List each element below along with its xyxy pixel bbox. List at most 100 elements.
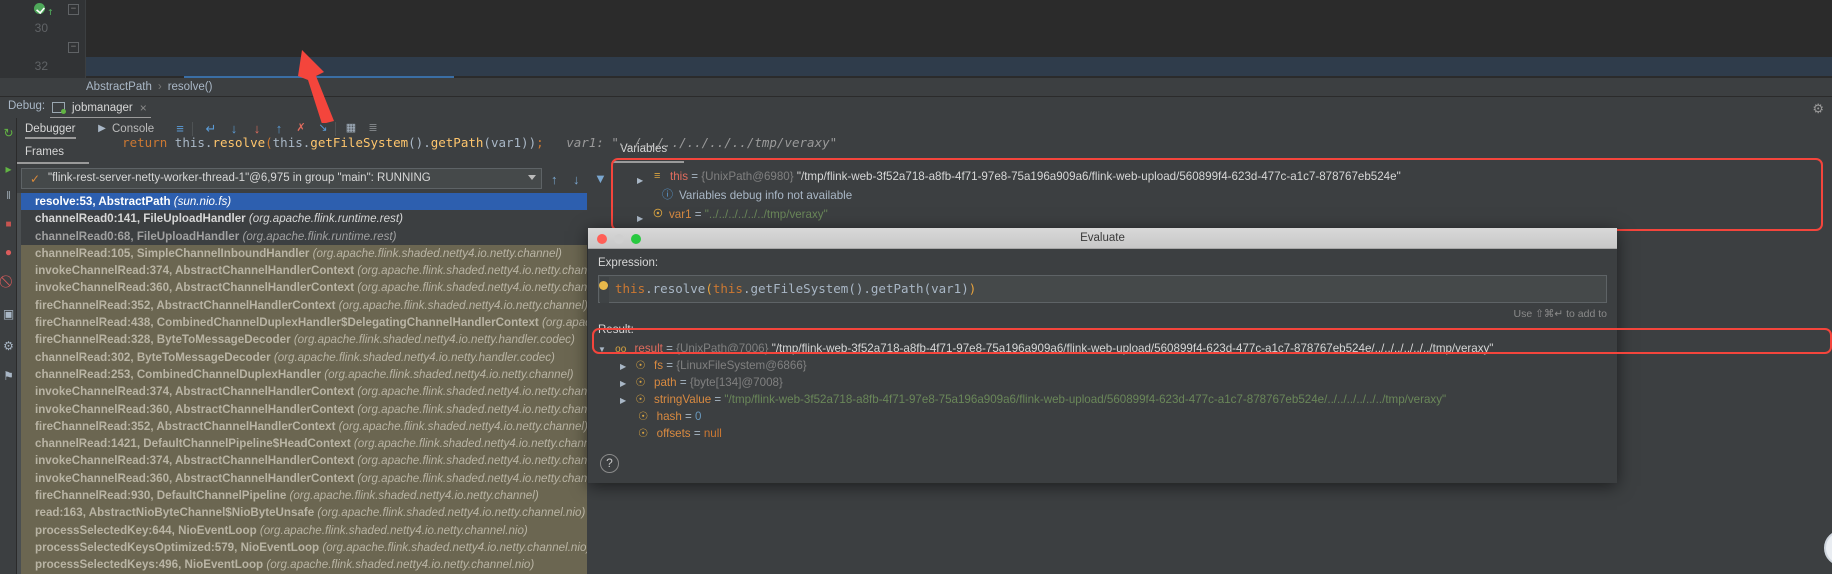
frame-item[interactable]: fireChannelRead:328, ByteToMessageDecode… [17, 331, 587, 348]
frame-item[interactable]: invokeChannelRead:360, AbstractChannelHa… [17, 401, 587, 418]
help-icon[interactable]: ? [600, 454, 619, 473]
frame-package: (org.apache.flink.shaded.netty4.io.netty… [335, 420, 587, 433]
frame-class: SimpleChannelInboundHandler [137, 247, 310, 260]
result-tree[interactable]: ▼ oo result = {UnixPath@7006} "/tmp/flin… [598, 340, 1607, 448]
breadcrumb[interactable]: AbstractPath›resolve() [0, 78, 1832, 96]
expression-text: this.resolve(this.getFileSystem().getPat… [615, 281, 976, 296]
breadcrumb-class[interactable]: AbstractPath [86, 81, 152, 93]
chevron-down-icon[interactable] [528, 175, 536, 180]
tab-debugger[interactable]: Debugger [25, 120, 76, 139]
variables-debug-info-text: Variables debug info not available [679, 189, 852, 202]
breakpoint-icon[interactable] [34, 3, 45, 14]
debug-session-tab-jobmanager[interactable]: jobmanager × [50, 99, 151, 119]
filter-funnel-icon[interactable]: ▼ [594, 171, 607, 186]
frame-method: channelRead:253, [35, 368, 137, 381]
fold-marker-end-icon[interactable]: − [68, 42, 79, 53]
thread-selector-value: "flink-rest-server-netty-worker-thread-1… [48, 172, 431, 184]
view-breakpoints-icon[interactable]: ● [2, 246, 15, 259]
frame-item[interactable]: channelRead:253, CombinedChannelDuplexHa… [17, 366, 587, 383]
frame-item[interactable]: fireChannelRead:438, CombinedChannelDupl… [17, 314, 587, 331]
fold-marker-icon[interactable]: − [68, 4, 79, 15]
frame-item[interactable]: channelRead:1421, DefaultChannelPipeline… [17, 435, 587, 452]
maximize-window-icon[interactable] [631, 234, 641, 244]
evaluate-dialog[interactable]: Evaluate Expression: this.resolve(this.g… [588, 228, 1617, 483]
minimize-window-icon[interactable] [614, 234, 624, 244]
frame-class: AbstractChannelHandlerContext [175, 403, 354, 416]
mute-breakpoints-icon[interactable]: ⃠ [2, 275, 15, 288]
result-row-result[interactable]: ▼ oo result = {UnixPath@7006} "/tmp/flin… [598, 340, 1493, 357]
frame-method: fireChannelRead:352, [35, 299, 156, 312]
resume-program-icon[interactable]: ▸ [2, 163, 15, 176]
frame-item[interactable]: processSelectedKey:644, NioEventLoop (or… [17, 522, 587, 539]
variables-debug-info-row: ⓘ Variables debug info not available [662, 187, 852, 204]
frame-item[interactable]: fireChannelRead:930, DefaultChannelPipel… [17, 487, 587, 504]
frame-item[interactable]: channelRead0:141, FileUploadHandler (org… [17, 210, 587, 227]
expand-triangle-icon-path[interactable]: ▶ [620, 379, 626, 388]
frame-class: AbstractChannelHandlerContext [175, 472, 354, 485]
code-line-30[interactable]: 30 ↑ − public final Path resolve(String … [0, 0, 1832, 19]
result-row-path[interactable]: ▶ ☉ path = {byte[134]@7008} [620, 374, 783, 391]
debug-action-rail: ↻ ▸ ‖ ■ ● ⃠ ▣ ⚙ ⚑ [0, 118, 17, 574]
frame-package: (org.apache.flink.shaded.netty4.io.netty… [335, 299, 587, 312]
camera-icon[interactable]: ▣ [2, 308, 15, 321]
code-line-33[interactable]: 33 [0, 57, 1832, 76]
frame-item[interactable]: fireChannelRead:352, AbstractChannelHand… [17, 418, 587, 435]
frame-item[interactable]: processSelectedKeysOptimized:579, NioEve… [17, 539, 587, 556]
frame-item[interactable]: invokeChannelRead:374, AbstractChannelHa… [17, 452, 587, 469]
variable-row-this[interactable]: ▶ ≡ this = {UnixPath@6980} "/tmp/flink-w… [637, 168, 1401, 185]
breadcrumb-method[interactable]: resolve() [168, 81, 213, 93]
frame-item[interactable]: fireChannelRead:352, AbstractChannelHand… [17, 297, 587, 314]
frame-up-icon[interactable]: ↑ [551, 172, 558, 187]
result-row-stringvalue[interactable]: ▶ ☉ stringValue = "/tmp/flink-web-3f52a7… [620, 391, 1446, 408]
frame-item[interactable]: processSelectedKeys:496, NioEventLoop (o… [17, 556, 587, 573]
code-editor[interactable]: 30 ↑ − public final Path resolve(String … [0, 0, 1832, 78]
expand-triangle-icon[interactable]: ▶ [637, 172, 643, 189]
frame-item[interactable]: invokeChannelRead:374, AbstractChannelHa… [17, 262, 587, 279]
frames-header-label: Frames [25, 146, 64, 158]
frame-method: fireChannelRead:930, [35, 489, 157, 502]
frame-package: (org.apache.flink.shaded.netty4.io.netty… [351, 437, 587, 450]
expand-triangle-icon-var1[interactable]: ▶ [637, 210, 643, 227]
frame-class: FileUploadHandler [143, 212, 245, 225]
frames-scrollbar[interactable] [17, 193, 21, 574]
pin-icon[interactable]: ⚑ [2, 370, 15, 383]
collapse-triangle-icon[interactable]: ▼ [598, 345, 606, 354]
result-row-fs[interactable]: ▶ ☉ fs = {LinuxFileSystem@6866} [620, 357, 807, 374]
frame-item[interactable]: read:163, AbstractNioByteChannel$NioByte… [17, 504, 587, 521]
expand-triangle-icon-stringvalue[interactable]: ▶ [620, 396, 626, 405]
frame-item[interactable]: resolve:53, AbstractPath (sun.nio.fs) [17, 193, 587, 210]
expand-triangle-icon-fs[interactable]: ▶ [620, 362, 626, 371]
frame-item[interactable]: invokeChannelRead:360, AbstractChannelHa… [17, 279, 587, 296]
close-icon[interactable]: × [140, 99, 147, 117]
frame-package: (org.apache.flink.shaded.netty4.io.netty… [354, 454, 587, 467]
rerun-icon[interactable]: ↻ [2, 127, 15, 140]
frame-item[interactable]: channelRead0:68, FileUploadHandler (org.… [17, 228, 587, 245]
frames-list[interactable]: resolve:53, AbstractPath (sun.nio.fs)cha… [17, 193, 587, 574]
variables-tree[interactable]: ▶ ≡ this = {UnixPath@6980} "/tmp/flink-w… [612, 163, 1832, 231]
code-line-31[interactable]: 31 return this.resolve(this.getFileSyste… [0, 19, 1832, 38]
code-line-32[interactable]: 32 − } [0, 38, 1832, 57]
gear-icon[interactable]: ⚙ [1812, 101, 1824, 117]
close-window-icon[interactable] [597, 234, 607, 244]
frame-down-icon[interactable]: ↓ [573, 172, 580, 187]
settings-gear-icon[interactable]: ⚙ [2, 340, 15, 353]
evaluate-dialog-titlebar[interactable]: Evaluate [588, 228, 1617, 249]
field-name-fs: fs [654, 359, 663, 372]
variable-row-var1[interactable]: ▶ ☉ var1 = "../../../../../../tmp/veraxy… [637, 206, 828, 223]
result-row-offsets[interactable]: ☉ offsets = null [638, 425, 722, 442]
variable-name-var1: var1 [669, 208, 692, 221]
thread-selector[interactable]: ✓ "flink-rest-server-netty-worker-thread… [21, 168, 542, 189]
frame-method: channelRead0:141, [35, 212, 143, 225]
frame-item[interactable]: channelRead:302, ByteToMessageDecoder (o… [17, 349, 587, 366]
expression-input[interactable]: this.resolve(this.getFileSystem().getPat… [598, 275, 1607, 303]
result-row-hash[interactable]: ☉ hash = 0 [638, 408, 701, 425]
stop-icon[interactable]: ■ [2, 218, 15, 231]
frame-item[interactable]: channelRead:105, SimpleChannelInboundHan… [17, 245, 587, 262]
frame-package: (org.apache.flink.shaded.netty4.io.netty… [309, 247, 561, 260]
frame-item[interactable]: invokeChannelRead:374, AbstractChannelHa… [17, 383, 587, 400]
result-label: Result: [598, 324, 634, 336]
frame-item[interactable]: invokeChannelRead:360, AbstractChannelHa… [17, 470, 587, 487]
frame-class: AbstractNioByteChannel$NioByteUnsafe [89, 506, 314, 519]
intention-bulb-icon[interactable] [599, 281, 608, 290]
pause-program-icon[interactable]: ‖ [2, 190, 15, 203]
